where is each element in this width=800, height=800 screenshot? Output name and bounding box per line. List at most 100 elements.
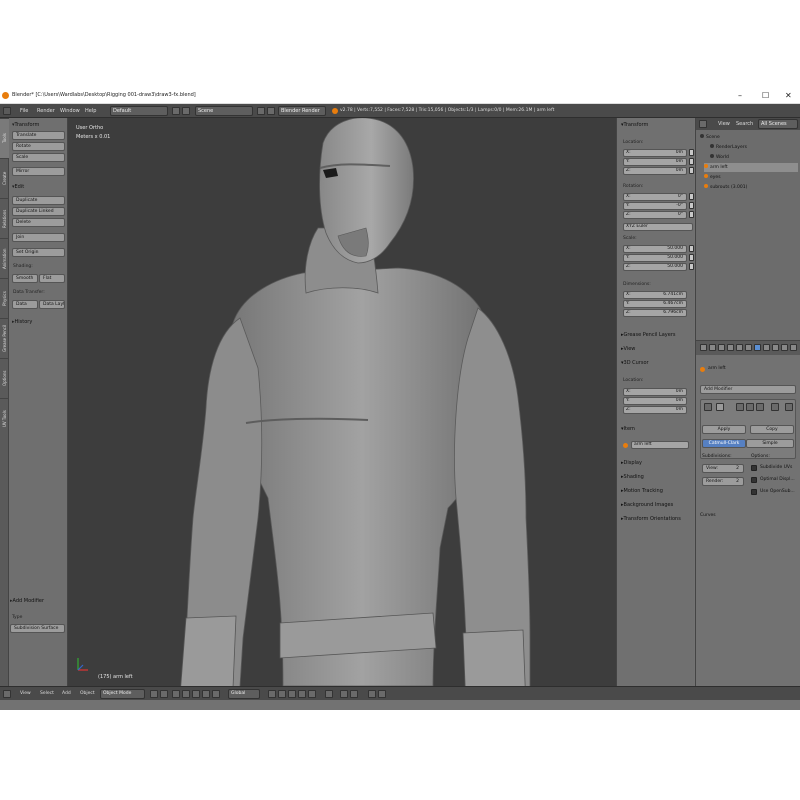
background-images-header[interactable]: Background Images [621,502,674,508]
lock-location-y-icon[interactable] [689,158,694,165]
curves-panel-header[interactable]: Curves [700,513,716,518]
close-button[interactable]: ✕ [785,91,792,100]
remove-scene-icon[interactable] [267,107,275,115]
render-tab-icon[interactable] [700,344,707,351]
layer-3-icon[interactable] [288,690,296,698]
snap-target-icon[interactable] [350,690,358,698]
menu-window[interactable]: Window [60,108,80,114]
maximize-button[interactable]: ☐ [762,91,769,100]
minimize-button[interactable]: – [738,91,742,100]
apply-button[interactable]: Apply [702,425,746,434]
scene-selector[interactable]: Scene [195,106,253,116]
tab-relations[interactable]: Relations [0,198,9,238]
menu-file[interactable]: File [20,108,28,114]
tab-grease-pencil[interactable]: Grease Pencil [0,318,9,358]
tab-create[interactable]: Create [0,158,9,198]
motion-tracking-header[interactable]: Motion Tracking [621,488,663,494]
delete-button[interactable]: Delete [12,218,65,227]
outliner-filter-dropdown[interactable]: All Scenes [758,119,798,129]
scene-tab-icon[interactable] [718,344,725,351]
tab-tools[interactable]: Tools [0,118,9,158]
render-levels-field[interactable]: Render: 2 [702,477,744,486]
layer-4-icon[interactable] [298,690,306,698]
object-menu[interactable]: Object [80,691,95,696]
viewport-shading-icon[interactable] [150,690,158,698]
translate-manipulator-icon[interactable] [182,690,190,698]
outliner-row-world[interactable]: World [710,153,798,162]
dimension-x-field[interactable]: X: 6.741cm [623,291,687,299]
tab-animation[interactable]: Animation [0,238,9,278]
rotate-manipulator-icon[interactable] [192,690,200,698]
add-menu[interactable]: Add [62,691,71,696]
add-layout-icon[interactable] [172,107,180,115]
use-opensubdiv-checkbox[interactable] [751,489,757,495]
character-model[interactable] [68,118,616,686]
outliner-row-renderlayers[interactable]: RenderLayers [710,143,798,152]
lock-scale-y-icon[interactable] [689,254,694,261]
remove-layout-icon[interactable] [182,107,190,115]
layer-5-icon[interactable] [308,690,316,698]
3d-viewport[interactable]: User Ortho Meters x 0.01 (175) arm left [68,118,616,686]
modifier-editmode-toggle-icon[interactable] [756,403,764,411]
item-name-field[interactable]: arm left [631,441,689,449]
location-y-field[interactable]: Y: 0m [623,158,687,166]
copy-button[interactable]: Copy [750,425,794,434]
rotation-y-field[interactable]: Y: -0° [623,202,687,210]
shading-header[interactable]: Shading [621,474,644,480]
world-tab-icon[interactable] [727,344,734,351]
smooth-button[interactable]: Smooth [12,274,38,283]
tab-uv-tools[interactable]: UV Tools [0,398,9,438]
render-engine-selector[interactable]: Blender Render [278,106,326,116]
modifiers-tab-icon[interactable] [754,344,761,351]
add-scene-icon[interactable] [257,107,265,115]
rotation-z-field[interactable]: Z: 0° [623,211,687,219]
lock-rotation-x-icon[interactable] [689,193,694,200]
grease-pencil-layers-header[interactable]: Grease Pencil Layers [621,332,676,338]
scale-y-field[interactable]: Y: 50.000 [623,254,687,262]
modifier-viewport-toggle-icon[interactable] [746,403,754,411]
modifier-move-icon[interactable] [771,403,779,411]
constraints-tab-icon[interactable] [745,344,752,351]
operator-panel-header[interactable]: Add Modifier [10,598,45,604]
flat-button[interactable]: Flat [39,274,65,283]
layout-selector[interactable]: Default [110,106,168,116]
editor-type-icon[interactable] [3,107,11,115]
lock-rotation-y-icon[interactable] [689,202,694,209]
location-z-field[interactable]: Z: 0m [623,167,687,175]
rotate-button[interactable]: Rotate [12,142,65,151]
select-menu[interactable]: Select [40,691,54,696]
data-layout-button[interactable]: Data Layt [39,300,65,309]
scale-manipulator-icon[interactable] [202,690,210,698]
join-button[interactable]: Join [12,233,65,242]
outliner-menu-search[interactable]: Search [736,121,753,127]
layer-2-icon[interactable] [278,690,286,698]
duplicate-button[interactable]: Duplicate [12,196,65,205]
outliner-row-eyes[interactable]: eyes [704,173,798,182]
n-transform-header[interactable]: Transform [621,122,649,128]
view-menu[interactable]: View [20,691,31,696]
lock-scale-x-icon[interactable] [689,245,694,252]
modifier-render-toggle-icon[interactable] [736,403,744,411]
outliner-row-arm-left[interactable]: arm left [704,163,798,172]
modifier-remove-icon[interactable] [785,403,793,411]
3d-cursor-header[interactable]: 3D Cursor [621,360,649,366]
lock-location-x-icon[interactable] [689,149,694,156]
modifier-expand-icon[interactable] [704,403,712,411]
orientation-dropdown[interactable]: Global [228,689,260,699]
object-tab-icon[interactable] [736,344,743,351]
material-tab-icon[interactable] [772,344,779,351]
mirror-button[interactable]: Mirror [12,167,65,176]
optimal-display-checkbox[interactable] [751,477,757,483]
3d-view-editor-icon[interactable] [3,690,11,698]
translate-button[interactable]: Translate [12,131,65,140]
outliner-menu-view[interactable]: View [718,121,730,127]
duplicate-linked-button[interactable]: Duplicate Linked [12,207,65,216]
modifier-type-dropdown[interactable]: Subdivision Surface [10,624,65,633]
set-origin-dropdown[interactable]: Set Origin [12,248,65,257]
location-x-field[interactable]: X: 0m [623,149,687,157]
catmull-clark-toggle[interactable]: Catmull-Clark [702,439,746,448]
tab-options[interactable]: Options [0,358,9,398]
menu-help[interactable]: Help [85,108,96,114]
n-view-header[interactable]: View [621,346,636,352]
data-button[interactable]: Data [12,300,38,309]
